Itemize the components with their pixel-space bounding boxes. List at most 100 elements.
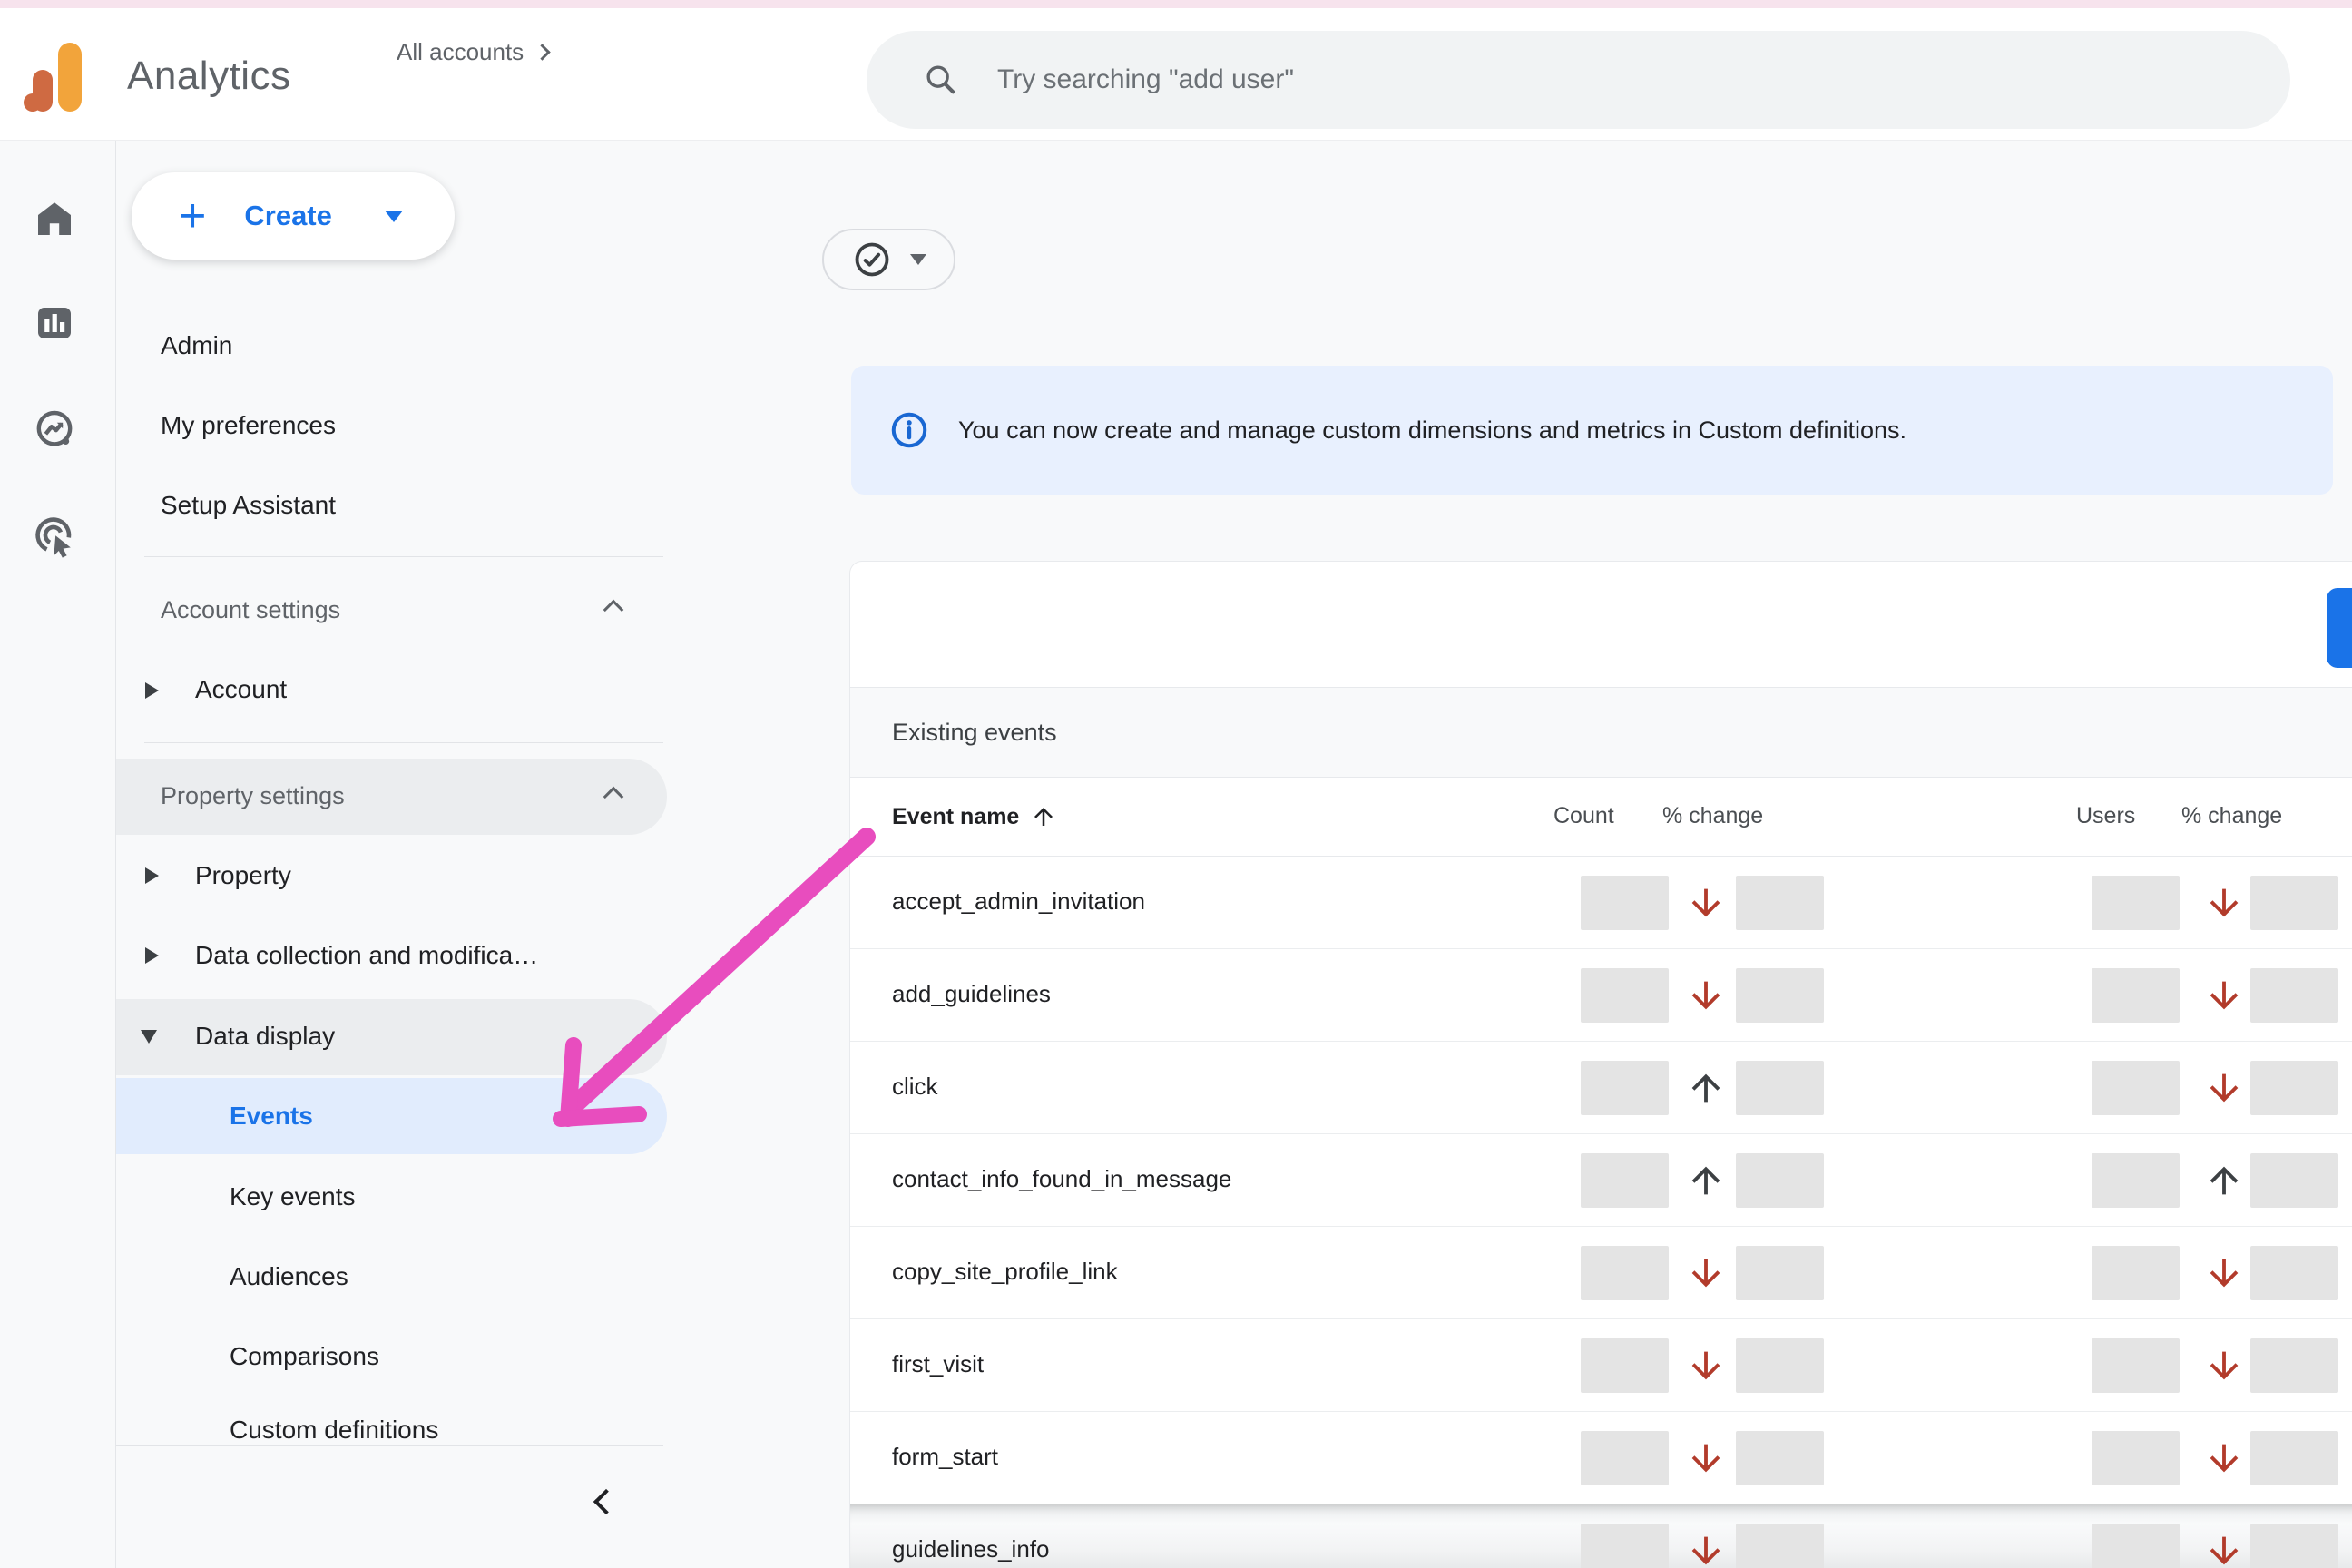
section-header-account-settings[interactable]: Account settings — [161, 596, 340, 624]
status-filter-button[interactable] — [822, 229, 956, 290]
trend-down-icon — [2203, 1530, 2245, 1568]
account-selector[interactable]: All accounts — [397, 34, 548, 70]
trend-down-icon — [2203, 1345, 2245, 1387]
expand-triangle-icon[interactable] — [145, 682, 159, 699]
create-button[interactable]: + Create — [132, 172, 455, 260]
expand-triangle-icon[interactable] — [145, 867, 159, 884]
table-row[interactable]: first_visit — [850, 1319, 2352, 1412]
table-row[interactable]: accept_admin_invitation — [850, 857, 2352, 949]
trend-up-icon — [2203, 1160, 2245, 1201]
count-pct-change-redacted — [1736, 1061, 1824, 1115]
count-redacted-value — [1581, 1061, 1669, 1115]
sidebar-item-comparisons[interactable]: Comparisons — [230, 1342, 379, 1371]
column-users-pct-change[interactable]: % change — [2181, 803, 2282, 829]
reports-icon[interactable] — [33, 301, 76, 345]
check-circle-icon — [852, 240, 892, 279]
count-pct-change-redacted — [1736, 1246, 1824, 1300]
section-header-property-settings[interactable]: Property settings — [161, 782, 345, 810]
count-pct-change-redacted — [1736, 1153, 1824, 1208]
users-pct-change-redacted — [2250, 876, 2338, 930]
sidebar-item-events[interactable]: Events — [230, 1102, 313, 1131]
search-bar[interactable] — [867, 31, 2290, 129]
trend-down-icon — [2203, 975, 2245, 1016]
count-pct-change-redacted — [1736, 1431, 1824, 1485]
expand-triangle-icon[interactable] — [145, 947, 159, 964]
sidebar-item-setup-assistant[interactable]: Setup Assistant — [161, 491, 336, 520]
users-redacted-value — [2092, 1524, 2180, 1568]
advertising-icon[interactable] — [33, 514, 76, 558]
sidebar-item-my-preferences[interactable]: My preferences — [161, 411, 336, 440]
collapse-sidebar-button[interactable] — [592, 1490, 619, 1517]
logo-bar-tall — [58, 43, 82, 112]
sidebar-item-data-collection[interactable]: Data collection and modifica… — [195, 941, 538, 970]
existing-events-band: Existing events — [850, 688, 2352, 778]
trend-down-icon — [2203, 1252, 2245, 1294]
count-redacted-value — [1581, 968, 1669, 1023]
sidebar-divider — [144, 556, 663, 557]
count-pct-change-redacted — [1736, 876, 1824, 930]
sidebar-item-admin[interactable]: Admin — [161, 331, 232, 360]
event-name-cell: click — [892, 1073, 938, 1101]
users-redacted-value — [2092, 1153, 2180, 1208]
count-pct-change-redacted — [1736, 1524, 1824, 1568]
search-input[interactable] — [997, 64, 2086, 95]
banner-text: You can now create and manage custom dim… — [958, 416, 1906, 445]
table-row[interactable]: contact_info_found_in_message — [850, 1134, 2352, 1227]
sidebar-item-key-events[interactable]: Key events — [230, 1182, 356, 1211]
column-count[interactable]: Count — [1553, 803, 1614, 829]
trend-up-icon — [1685, 1160, 1727, 1201]
users-redacted-value — [2092, 1431, 2180, 1485]
users-pct-change-redacted — [2250, 1061, 2338, 1115]
trend-down-icon — [2203, 1067, 2245, 1109]
events-selected-pill[interactable] — [116, 1078, 667, 1154]
column-users[interactable]: Users — [2076, 803, 2135, 829]
sidebar-item-property[interactable]: Property — [195, 861, 291, 890]
table-row[interactable]: copy_site_profile_link — [850, 1227, 2352, 1319]
app-header: Analytics All accounts — [0, 8, 2352, 141]
collapse-triangle-icon[interactable] — [141, 1030, 157, 1044]
trend-down-icon — [1685, 1437, 1727, 1479]
table-row[interactable]: add_guidelines — [850, 949, 2352, 1042]
create-event-button[interactable] — [2327, 588, 2352, 668]
table-rows: accept_admin_invitationadd_guidelinescli… — [850, 857, 2352, 1568]
trend-down-icon — [2203, 1437, 2245, 1479]
section-title: Existing events — [892, 719, 1057, 747]
column-event-name[interactable]: Event name — [892, 803, 1057, 830]
users-pct-change-redacted — [2250, 968, 2338, 1023]
info-icon — [889, 410, 929, 450]
explore-icon[interactable] — [33, 407, 76, 451]
sidebar-item-custom-definitions-clipped[interactable]: Custom definitions — [116, 1397, 667, 1445]
trend-down-icon — [1685, 975, 1727, 1016]
account-selector-label: All accounts — [397, 38, 524, 66]
count-redacted-value — [1581, 1431, 1669, 1485]
users-redacted-value — [2092, 1246, 2180, 1300]
sort-ascending-icon — [1030, 803, 1057, 830]
search-icon — [923, 62, 959, 98]
column-count-pct-change[interactable]: % change — [1662, 803, 1763, 829]
event-name-cell: contact_info_found_in_message — [892, 1165, 1231, 1193]
count-redacted-value — [1581, 1524, 1669, 1568]
event-name-cell: guidelines_info — [892, 1535, 1049, 1563]
count-redacted-value — [1581, 1246, 1669, 1300]
count-redacted-value — [1581, 1338, 1669, 1393]
count-pct-change-redacted — [1736, 968, 1824, 1023]
home-icon[interactable] — [33, 197, 76, 240]
sidebar-item-audiences[interactable]: Audiences — [230, 1262, 348, 1291]
table-row[interactable]: click — [850, 1042, 2352, 1134]
create-button-label: Create — [244, 200, 332, 232]
chevron-right-icon — [534, 44, 550, 60]
sidebar-item-account[interactable]: Account — [195, 675, 287, 704]
table-row[interactable]: form_start — [850, 1412, 2352, 1504]
chevron-down-icon — [385, 211, 403, 222]
product-name: Analytics — [127, 54, 291, 99]
users-redacted-value — [2092, 968, 2180, 1023]
chevron-up-icon[interactable] — [603, 600, 624, 621]
table-row[interactable]: guidelines_info — [850, 1504, 2352, 1568]
event-name-cell: first_visit — [892, 1350, 984, 1378]
sidebar-item-data-display[interactable]: Data display — [195, 1022, 335, 1051]
trend-up-icon — [1685, 1067, 1727, 1109]
trend-down-icon — [1685, 1530, 1727, 1568]
trend-down-icon — [1685, 1345, 1727, 1387]
trend-down-icon — [1685, 882, 1727, 924]
trend-down-icon — [1685, 1252, 1727, 1294]
